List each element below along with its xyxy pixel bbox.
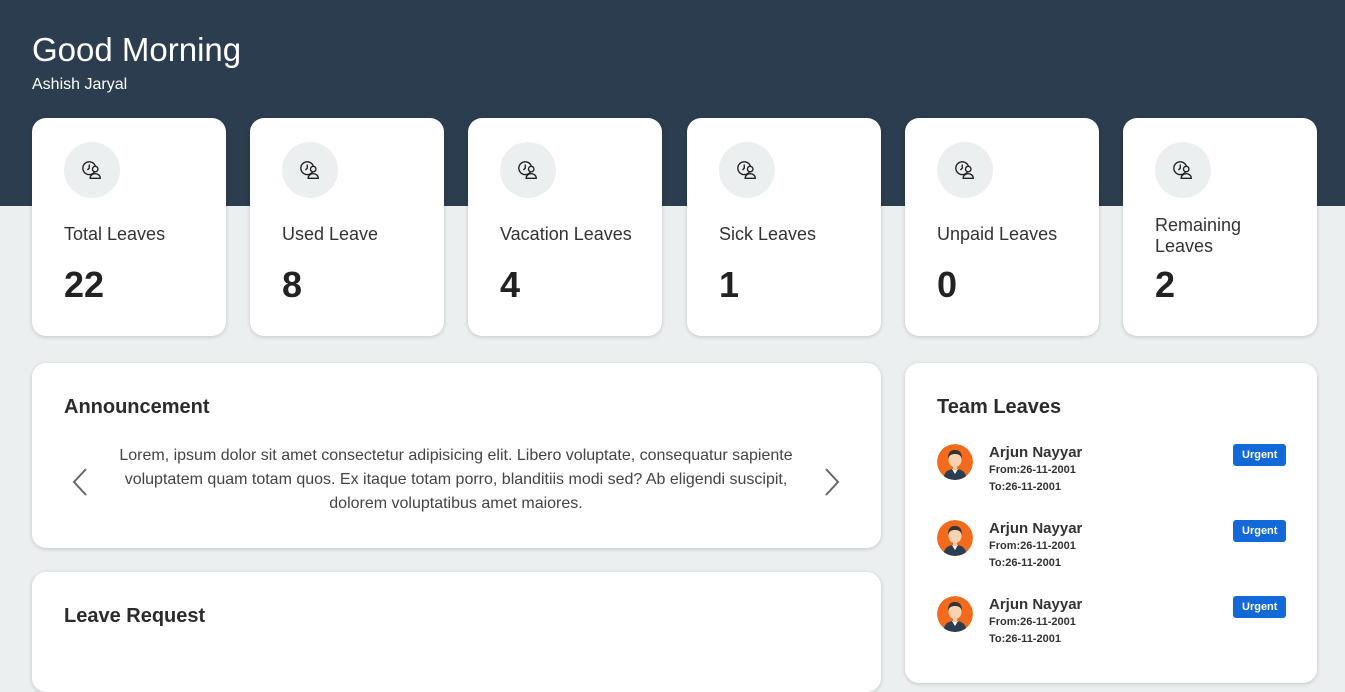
leave-clock-user-icon [719,142,775,198]
stat-value: 2 [1155,264,1176,305]
stat-value: 22 [64,264,105,305]
stat-value: 8 [282,264,303,305]
stat-label: Used Leave [282,224,379,244]
announcement-panel: Announcement Lorem, ipsum dolor sit amet… [32,363,881,548]
stat-card-total-leaves[interactable]: Total Leaves 22 [32,118,226,336]
list-item[interactable]: Arjun Nayyar From:26-11-2001 To:26-11-20… [937,520,1287,580]
stat-card-used-leave[interactable]: Used Leave 8 [250,118,444,336]
leave-to-date: To:26-11-2001 [989,633,1061,645]
leave-clock-user-icon [1155,142,1211,198]
announcement-text: Lorem, ipsum dolor sit amet consectetur … [119,447,793,512]
leave-request-panel: Leave Request [32,572,881,692]
stat-label: Unpaid Leaves [937,224,1058,244]
greeting-title: Good Morning [32,31,242,68]
stat-value: 1 [719,264,740,305]
leave-from-date: From:26-11-2001 [989,540,1076,552]
member-name: Arjun Nayyar [989,596,1083,613]
stat-label: Remaining Leaves [1155,215,1242,256]
leave-from-date: From:26-11-2001 [989,616,1076,628]
avatar [937,444,973,480]
status-badge: Urgent [1233,444,1287,466]
list-item[interactable]: Arjun Nayyar From:26-11-2001 To:26-11-20… [937,444,1287,504]
leave-clock-user-icon [64,142,120,198]
chevron-left-icon[interactable] [70,465,90,499]
status-badge: Urgent [1233,596,1287,618]
team-leaves-title: Team Leaves [937,396,1062,418]
leave-to-date: To:26-11-2001 [989,481,1061,493]
leave-clock-user-icon [937,142,993,198]
stat-card-vacation-leaves[interactable]: Vacation Leaves 4 [468,118,662,336]
stat-label: Sick Leaves [719,224,817,244]
stat-value: 0 [937,264,958,305]
stat-label: Vacation Leaves [500,224,632,244]
team-leaves-panel: Team Leaves Arjun Nayyar From:26-11-2001… [905,363,1317,683]
announcement-title: Announcement [64,396,210,418]
user-name: Ashish Jaryal [32,76,128,93]
leave-clock-user-icon [500,142,556,198]
stat-value: 4 [500,264,521,305]
list-item[interactable]: Arjun Nayyar From:26-11-2001 To:26-11-20… [937,596,1287,656]
stat-label: Total Leaves [64,224,166,244]
leave-from-date: From:26-11-2001 [989,464,1076,476]
stat-card-remaining-leaves[interactable]: Remaining Leaves 2 [1123,118,1317,336]
member-name: Arjun Nayyar [989,444,1083,461]
chevron-right-icon[interactable] [822,465,842,499]
status-badge: Urgent [1233,520,1287,542]
leave-clock-user-icon [282,142,338,198]
stat-card-unpaid-leaves[interactable]: Unpaid Leaves 0 [905,118,1099,336]
avatar [937,520,973,556]
member-name: Arjun Nayyar [989,520,1083,537]
leave-to-date: To:26-11-2001 [989,557,1061,569]
stat-card-sick-leaves[interactable]: Sick Leaves 1 [687,118,881,336]
leave-request-title: Leave Request [64,605,206,627]
